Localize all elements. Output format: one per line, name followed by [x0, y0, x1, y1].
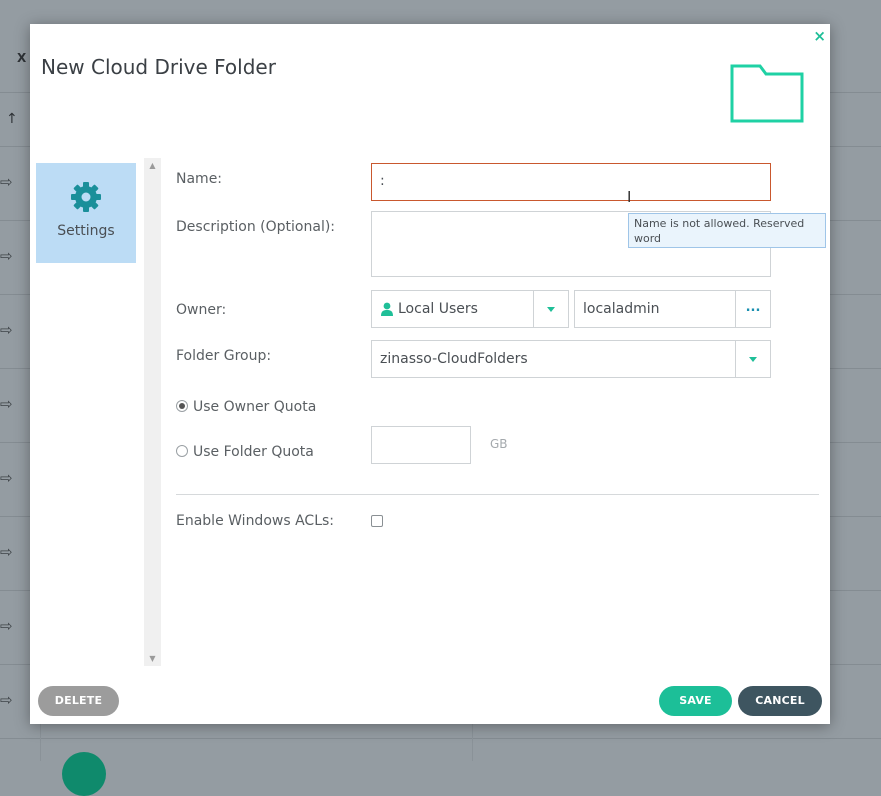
use-folder-quota-radio[interactable]	[176, 445, 188, 457]
tab-settings[interactable]: Settings	[36, 163, 136, 263]
share-icon: ⇨	[0, 469, 13, 487]
dialog-title: New Cloud Drive Folder	[41, 55, 276, 79]
share-icon: ⇨	[0, 173, 13, 191]
enable-windows-acls-checkbox[interactable]	[371, 515, 383, 527]
sort-arrow-icon: ↑	[6, 111, 18, 127]
owner-name-value: localadmin	[583, 301, 660, 317]
delete-button[interactable]: DELETE	[38, 686, 119, 716]
share-icon: ⇨	[0, 691, 13, 709]
folder-group-select[interactable]: zinasso-CloudFolders	[371, 340, 771, 378]
browse-owner-button[interactable]: ...	[735, 291, 770, 327]
scroll-up-icon[interactable]: ▲	[144, 161, 161, 170]
folder-group-value: zinasso-CloudFolders	[380, 351, 528, 367]
owner-type-value: Local Users	[398, 301, 478, 317]
scroll-down-icon[interactable]: ▼	[144, 654, 161, 663]
folder-group-label: Folder Group:	[176, 348, 272, 364]
new-cloud-drive-folder-dialog: × New Cloud Drive Folder Settings ▲ ▼ Na…	[30, 24, 830, 724]
owner-name-field[interactable]: localadmin ...	[574, 290, 771, 328]
folder-quota-input[interactable]	[371, 426, 471, 464]
chevron-down-icon	[547, 307, 555, 312]
folder-group-dropdown-button[interactable]	[735, 341, 770, 377]
text-cursor-icon: I	[627, 188, 632, 206]
tab-settings-label: Settings	[57, 223, 115, 239]
cancel-button[interactable]: CANCEL	[738, 686, 822, 716]
owner-label: Owner:	[176, 302, 227, 318]
share-icon: ⇨	[0, 247, 13, 265]
name-error-tooltip: Name is not allowed. Reserved word	[628, 213, 826, 248]
use-owner-quota-radio[interactable]	[176, 400, 188, 412]
name-label: Name:	[176, 171, 223, 187]
save-button[interactable]: SAVE	[659, 686, 732, 716]
share-icon: ⇨	[0, 543, 13, 561]
description-label: Description (Optional):	[176, 219, 336, 235]
share-icon: ⇨	[0, 321, 13, 339]
user-icon	[381, 302, 393, 316]
use-owner-quota-label: Use Owner Quota	[193, 399, 317, 415]
background-avatar	[62, 752, 106, 796]
folder-icon	[730, 64, 804, 123]
name-input[interactable]: :	[371, 163, 771, 201]
chevron-down-icon	[749, 357, 757, 362]
use-owner-quota-option[interactable]: Use Owner Quota	[176, 399, 316, 415]
use-folder-quota-label: Use Folder Quota	[193, 444, 314, 460]
gear-icon	[71, 182, 101, 212]
use-folder-quota-option[interactable]: Use Folder Quota	[176, 444, 314, 460]
owner-type-select[interactable]: Local Users	[371, 290, 569, 328]
form-scrollbar[interactable]: ▲ ▼	[144, 158, 161, 666]
close-icon[interactable]: ×	[813, 27, 826, 45]
excel-icon: X	[17, 51, 27, 65]
form-divider	[176, 494, 819, 495]
quota-unit-label: GB	[490, 437, 508, 451]
background-row	[0, 738, 881, 739]
enable-windows-acls-label: Enable Windows ACLs:	[176, 513, 334, 529]
owner-type-dropdown-button[interactable]	[533, 291, 568, 327]
share-icon: ⇨	[0, 617, 13, 635]
share-icon: ⇨	[0, 395, 13, 413]
